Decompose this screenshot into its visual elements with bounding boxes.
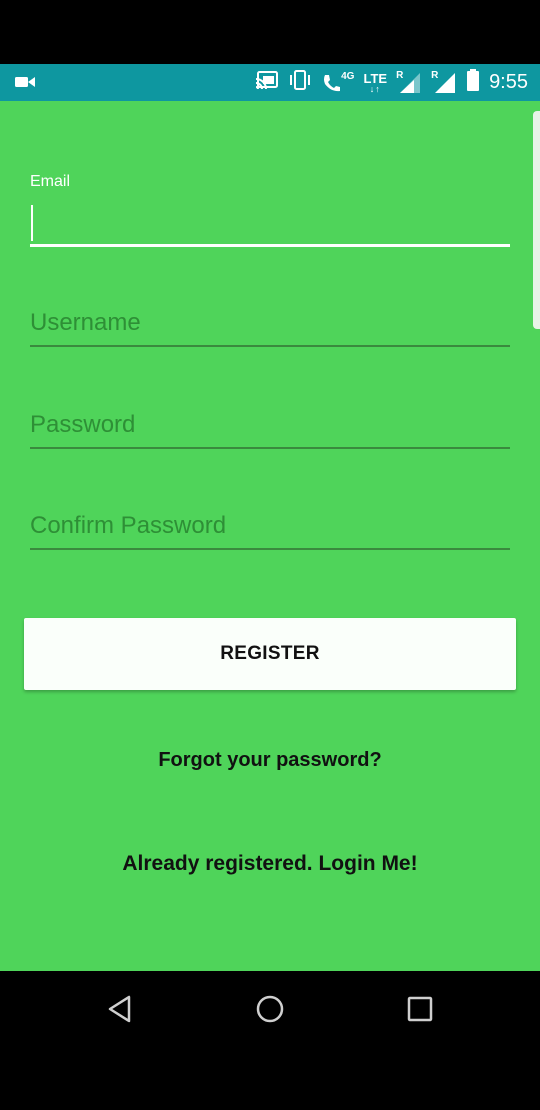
- signal-icon: R: [396, 70, 422, 95]
- password-placeholder: Password: [30, 411, 136, 438]
- lte-indicator: LTE ↓↑: [363, 72, 387, 94]
- username-field[interactable]: Username: [30, 305, 510, 351]
- cast-icon: [255, 70, 279, 95]
- home-icon[interactable]: [250, 991, 290, 1027]
- vibrate-icon: [288, 69, 312, 96]
- top-letterbox: [0, 0, 540, 64]
- email-label: Email: [30, 173, 71, 190]
- signal-icon: R: [431, 70, 457, 95]
- email-field[interactable]: Email: [30, 173, 510, 249]
- navigation-bar: [0, 971, 540, 1110]
- email-input[interactable]: [30, 201, 510, 241]
- status-bar: 4G LTE ↓↑ R R 9:55: [0, 64, 540, 101]
- recents-icon[interactable]: [400, 991, 440, 1027]
- battery-icon: [466, 68, 480, 97]
- password-underline: [30, 447, 510, 449]
- lte-label: LTE: [363, 70, 388, 86]
- scrollbar[interactable]: [533, 111, 540, 329]
- phone-screen: 4G LTE ↓↑ R R 9:55 Email Username Passwo…: [0, 0, 540, 1110]
- password-field[interactable]: Password: [30, 407, 510, 453]
- network-4g-label: 4G: [341, 70, 355, 82]
- confirm-password-placeholder: Confirm Password: [30, 512, 227, 539]
- login-link[interactable]: Already registered. Login Me!: [0, 852, 540, 876]
- clock: 9:55: [489, 71, 528, 93]
- register-button[interactable]: REGISTER: [24, 618, 516, 690]
- forgot-password-link[interactable]: Forgot your password?: [0, 749, 540, 772]
- email-underline: [30, 244, 510, 247]
- confirm-password-underline: [30, 548, 510, 550]
- video-camera-icon: [14, 72, 36, 97]
- username-placeholder: Username: [30, 309, 141, 336]
- wifi-calling-icon: 4G: [321, 70, 355, 94]
- data-arrows-icon: ↓↑: [369, 83, 381, 94]
- confirm-password-field[interactable]: Confirm Password: [30, 508, 510, 554]
- register-form-screen: Email Username Password Confirm Password…: [0, 101, 540, 971]
- username-underline: [30, 345, 510, 347]
- back-icon[interactable]: [100, 991, 140, 1027]
